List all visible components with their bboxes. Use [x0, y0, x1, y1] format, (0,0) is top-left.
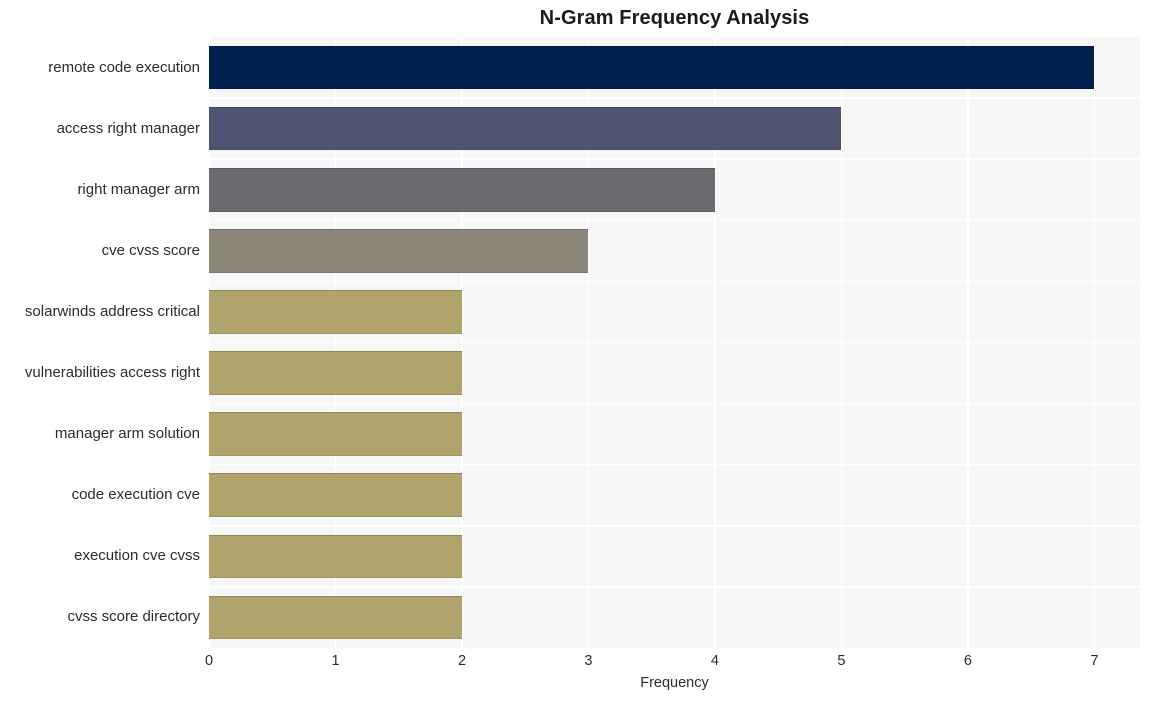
x-axis-label: Frequency	[640, 675, 709, 691]
horizontal-gridline	[209, 402, 1140, 405]
y-axis-tick-label: remote code execution	[48, 58, 200, 76]
x-axis-tick-label: 5	[837, 653, 846, 669]
horizontal-gridline	[209, 463, 1140, 466]
chart-title: N-Gram Frequency Analysis	[539, 7, 810, 29]
horizontal-gridline	[209, 97, 1140, 99]
chart-figure: N-Gram Frequency Analysis remote code ex…	[0, 0, 1149, 701]
y-axis-tick-label: execution cve cvss	[74, 547, 200, 565]
y-axis-tick-label: cvss score directory	[67, 608, 200, 626]
x-axis-tick-label: 1	[331, 653, 340, 669]
horizontal-gridline	[209, 158, 1140, 160]
horizontal-gridline	[209, 525, 1140, 527]
bar	[209, 229, 589, 273]
bar	[209, 412, 462, 456]
bar	[209, 473, 462, 518]
y-axis-tick-label: access right manager	[56, 119, 200, 137]
bar	[209, 45, 1095, 90]
x-axis-tick-label: 7	[1090, 653, 1099, 669]
y-axis-tick-label: solarwinds address critical	[24, 302, 200, 320]
horizontal-gridline	[209, 219, 1140, 222]
horizontal-gridline	[209, 586, 1140, 588]
y-axis-tick-label: cve cvss score	[101, 241, 200, 259]
x-axis-tick-label: 6	[963, 653, 972, 669]
y-axis-tick-label: code execution cve	[71, 486, 200, 504]
bar	[209, 106, 842, 151]
horizontal-gridline	[209, 341, 1140, 344]
x-axis-tick-label: 0	[204, 653, 214, 669]
bar	[209, 351, 462, 395]
plot-area	[209, 37, 1140, 648]
y-axis-tick-labels: remote code execution access right manage…	[0, 0, 200, 701]
bar	[209, 534, 462, 579]
bar	[209, 595, 462, 640]
x-axis-tick-label: 4	[710, 653, 720, 669]
y-axis-tick-label: vulnerabilities access right	[24, 364, 200, 382]
bar	[209, 167, 715, 212]
bar	[209, 290, 462, 334]
x-axis-tick-label: 3	[584, 653, 593, 669]
y-axis-tick-label: right manager arm	[77, 180, 200, 198]
x-axis-tick-label: 2	[457, 653, 467, 669]
horizontal-gridline	[209, 280, 1140, 283]
y-axis-tick-label: manager arm solution	[54, 425, 200, 443]
